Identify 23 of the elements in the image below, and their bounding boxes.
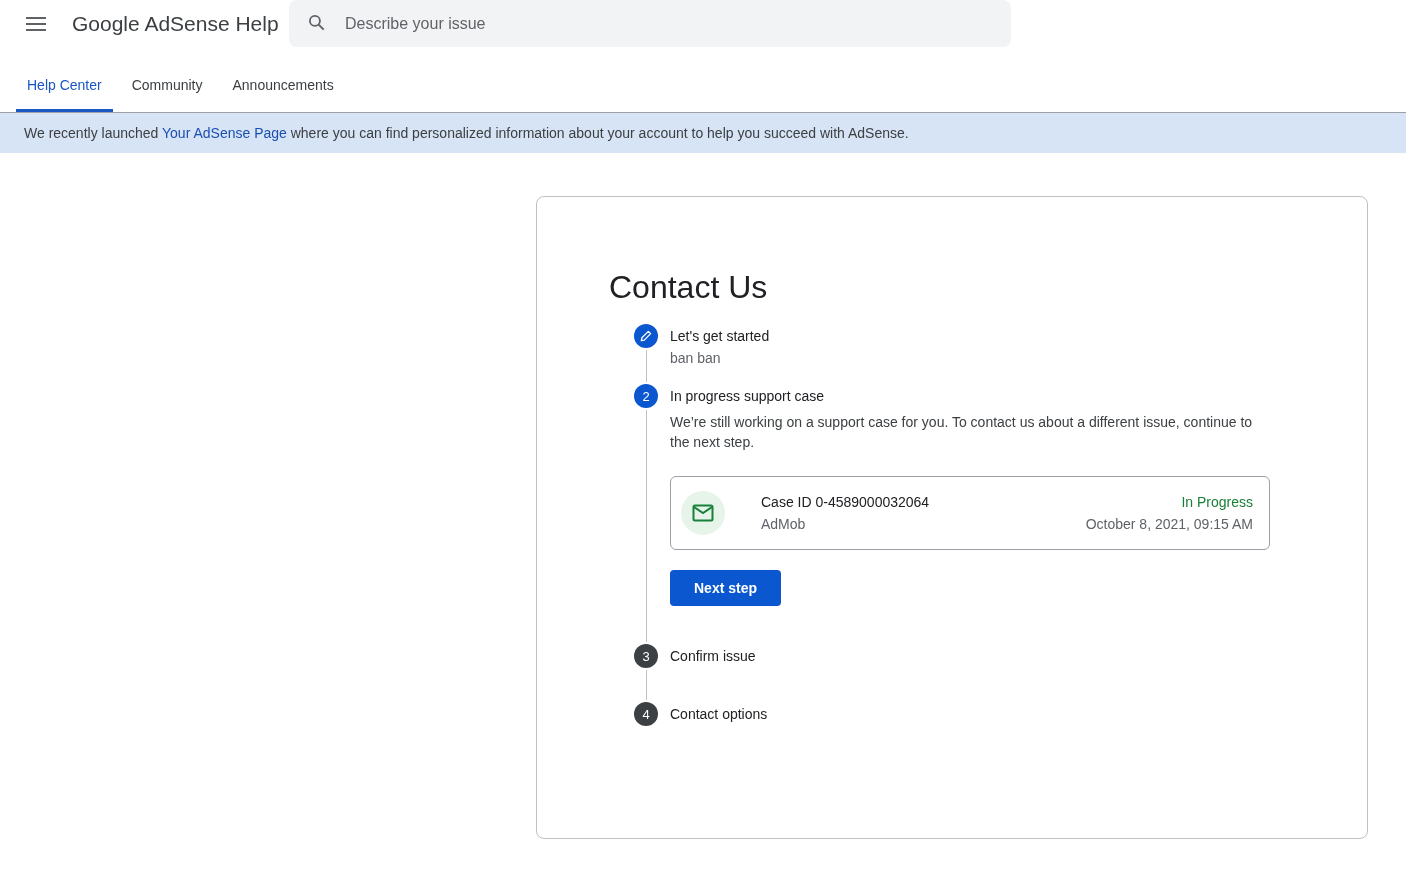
case-id: Case ID 0-4589000032064 (761, 494, 931, 510)
adsense-page-link[interactable]: Your AdSense Page (162, 125, 287, 141)
case-date: October 8, 2021, 09:15 AM (1085, 516, 1253, 532)
mail-icon (681, 491, 725, 535)
site-title[interactable]: Google AdSense Help (72, 11, 289, 36)
menu-icon[interactable] (26, 16, 46, 31)
step-number: 3 (634, 644, 658, 668)
step-title: In progress support case (670, 388, 826, 404)
next-step-button[interactable]: Next step (670, 570, 782, 606)
step-answer: ban ban (670, 350, 722, 366)
step-title: Let's get started (670, 328, 771, 344)
step-description: We’re still working on a support case for you. To contact us about a different issue, continue to the next step. (670, 413, 1254, 452)
page-heading: Contact Us (609, 269, 769, 306)
step-title: Confirm issue (670, 648, 757, 664)
step-title: Contact options (670, 706, 769, 722)
nav-tab[interactable]: Announcements (221, 77, 345, 112)
case-product: AdMob (761, 516, 807, 532)
search-field[interactable]: Describe your issue (289, 0, 1011, 47)
step-number: 2 (634, 384, 658, 408)
announcement-text: We recently launched Your AdSense Page where you can find personalized information about your account to help you succeed with AdSense. (24, 125, 909, 141)
case-status: In Progress (1180, 494, 1253, 510)
step-number: 4 (634, 702, 658, 726)
nav-tab[interactable]: Community (120, 77, 214, 112)
